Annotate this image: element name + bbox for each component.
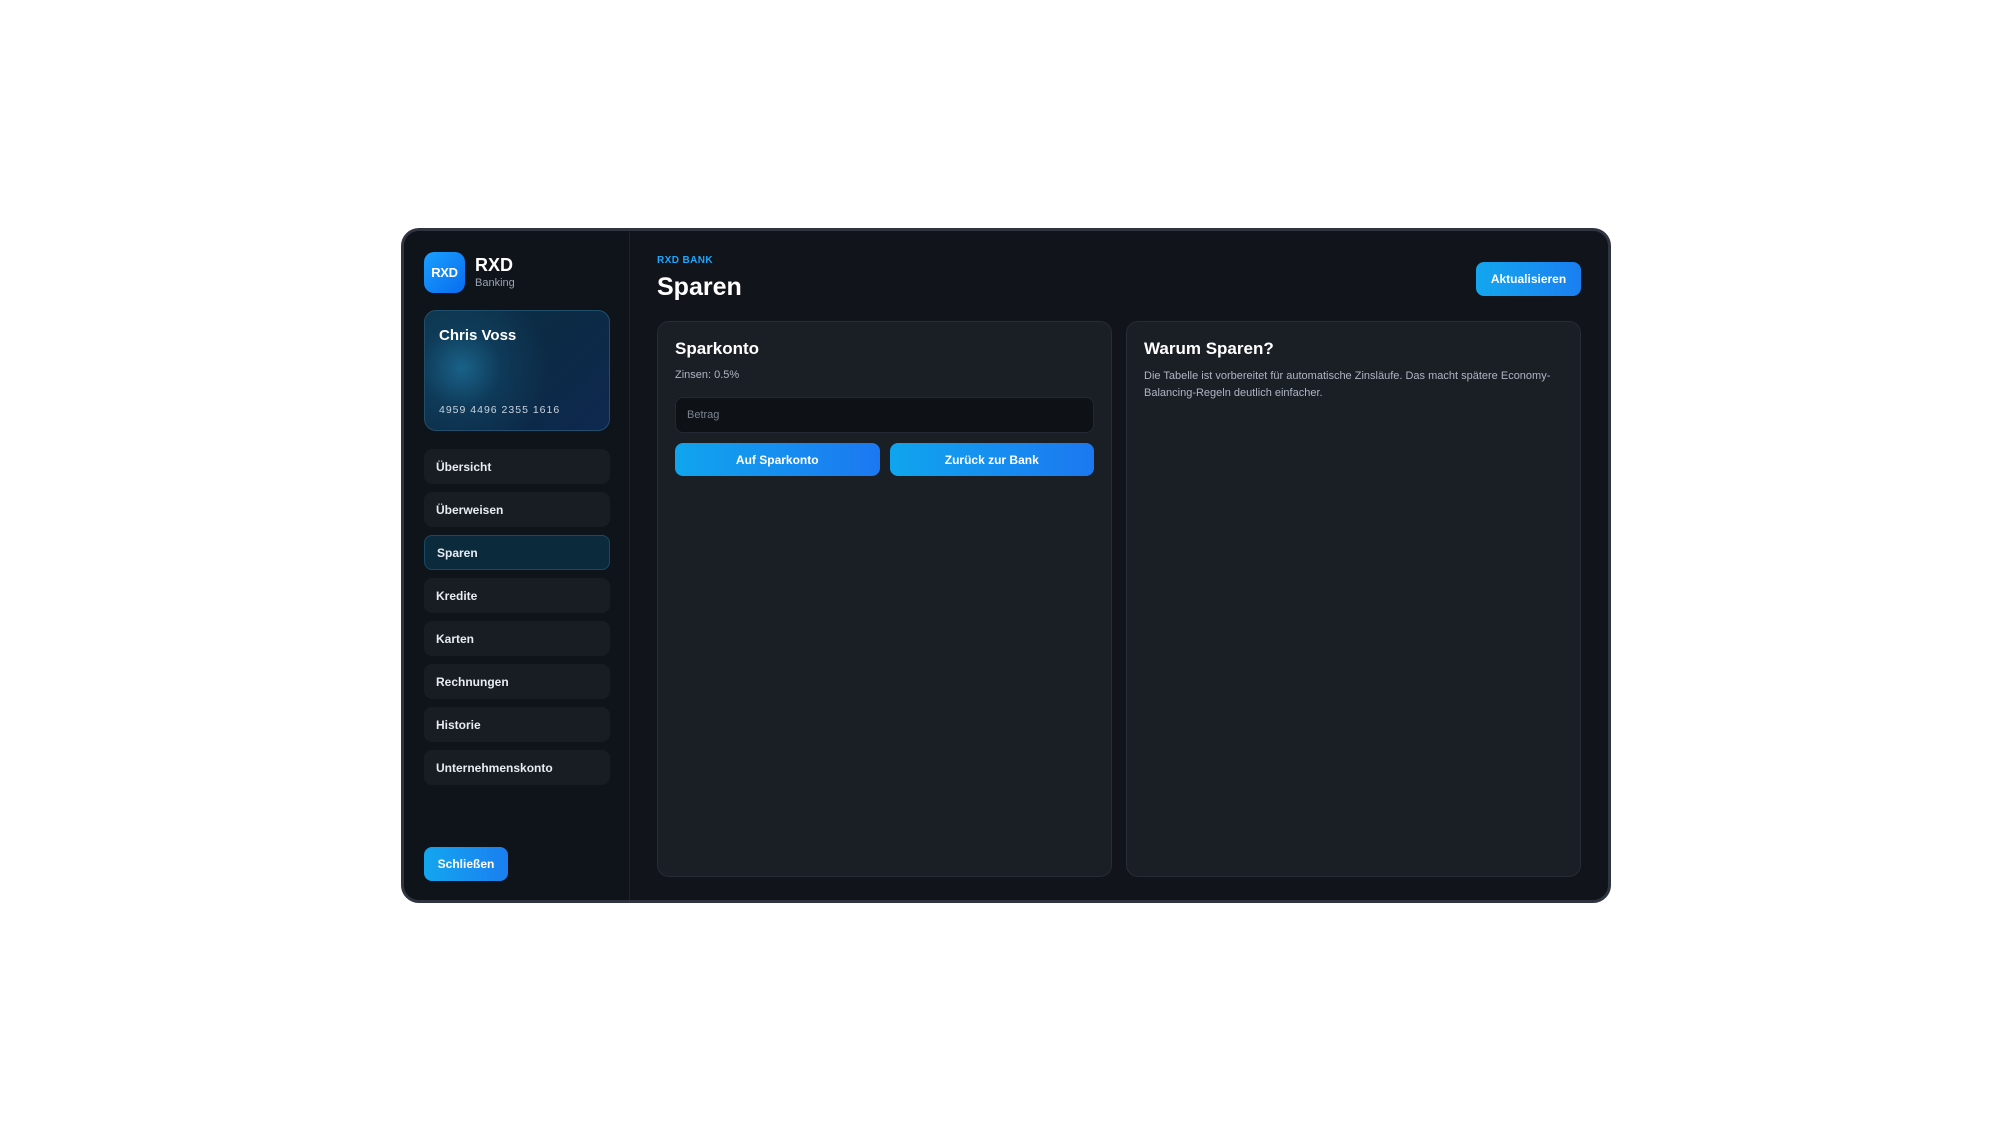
account-card: Chris Voss 4959 4496 2355 1616: [424, 310, 610, 431]
sidebar-item-historie[interactable]: Historie: [424, 707, 610, 742]
savings-panel: Sparkonto Zinsen: 0.5% Auf Sparkonto Zur…: [657, 321, 1112, 877]
banking-window: RXD RXD Banking Chris Voss 4959 4496 235…: [401, 228, 1611, 903]
info-panel-title: Warum Sparen?: [1144, 339, 1274, 358]
info-panel-text: Die Tabelle ist vorbereitet für automati…: [1144, 370, 1551, 399]
deposit-to-savings-button[interactable]: Auf Sparkonto: [675, 443, 880, 476]
sidebar-item-rechnungen[interactable]: Rechnungen: [424, 664, 610, 699]
savings-panel-title: Sparkonto: [675, 339, 760, 358]
sidebar-item-sparen[interactable]: Sparen: [424, 535, 610, 570]
panels: Sparkonto Zinsen: 0.5% Auf Sparkonto Zur…: [657, 321, 1581, 877]
sidebar-item-ueberweisen[interactable]: Überweisen: [424, 492, 610, 527]
sidebar-item-kredite[interactable]: Kredite: [424, 578, 610, 613]
main-content: RXD BANK Sparen Aktualisieren Sparkonto …: [630, 231, 1608, 900]
refresh-button[interactable]: Aktualisieren: [1476, 262, 1581, 296]
brand-logo: RXD: [424, 251, 465, 293]
brand-subtitle: Banking: [475, 276, 515, 289]
interest-rate-label: Zinsen: 0.5%: [675, 369, 740, 381]
savings-actions: Auf Sparkonto Zurück zur Bank: [675, 443, 1094, 476]
sidebar-item-karten[interactable]: Karten: [424, 621, 610, 656]
sidebar-item-unternehmenskonto[interactable]: Unternehmenskonto: [424, 750, 610, 785]
sidebar: RXD RXD Banking Chris Voss 4959 4496 235…: [404, 231, 630, 900]
close-button[interactable]: Schließen: [424, 847, 508, 881]
card-holder-name: Chris Voss: [439, 327, 517, 344]
page-eyebrow: RXD BANK: [657, 255, 713, 266]
brand: RXD RXD Banking: [424, 251, 609, 293]
info-panel: Warum Sparen? Die Tabelle ist vorbereite…: [1126, 321, 1581, 877]
page-title: Sparen: [657, 273, 742, 301]
card-number: 4959 4496 2355 1616: [439, 404, 561, 416]
amount-input[interactable]: [675, 397, 1094, 433]
brand-text: RXD Banking: [475, 256, 515, 289]
brand-name: RXD: [475, 254, 514, 275]
withdraw-to-bank-button[interactable]: Zurück zur Bank: [889, 443, 1094, 476]
sidebar-item-uebersicht[interactable]: Übersicht: [424, 449, 610, 484]
sidebar-nav: Übersicht Überweisen Sparen Kredite Kart…: [424, 449, 610, 785]
